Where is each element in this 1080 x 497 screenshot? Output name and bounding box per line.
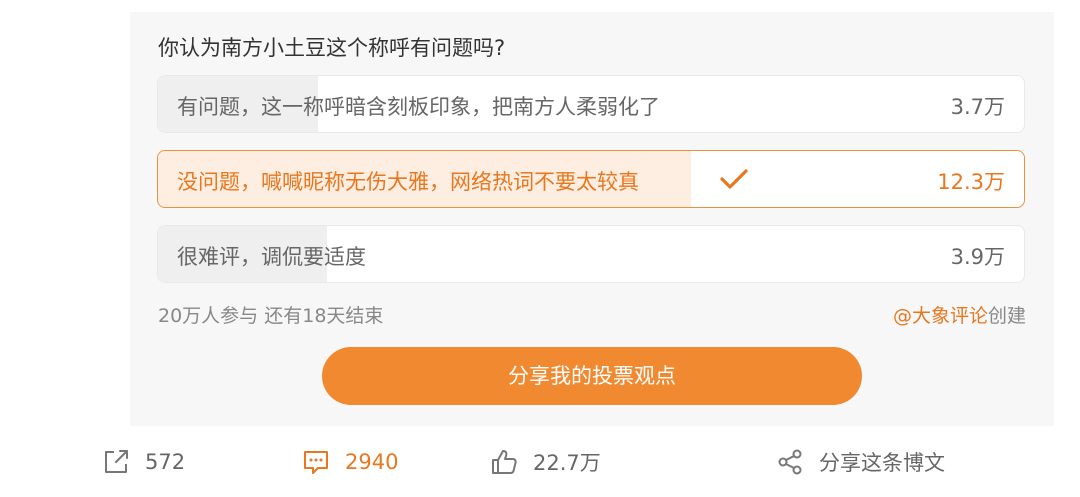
share-vote-button[interactable]: 分享我的投票观点: [322, 347, 862, 405]
poll-option-2[interactable]: 没问题，喊喊昵称无伤大雅，网络热词不要太较真 12.3万: [157, 150, 1025, 208]
poll-stats: 20万人参与 还有18天结束: [158, 301, 383, 328]
option-label: 有问题，这一称呼暗含刻板印象，把南方人柔弱化了: [177, 95, 660, 119]
share-nodes-icon: [778, 449, 802, 475]
thumbs-up-icon: [492, 450, 517, 474]
poll-question: 你认为南方小土豆这个称呼有问题吗?: [158, 36, 506, 60]
poll-option-1[interactable]: 有问题，这一称呼暗含刻板印象，把南方人柔弱化了 3.7万: [157, 75, 1025, 133]
option-vote-count: 3.7万: [950, 95, 1005, 119]
repost-icon: [105, 450, 128, 473]
option-vote-count: 12.3万: [937, 170, 1005, 194]
created-label: 创建: [987, 305, 1026, 327]
comment-icon: [304, 451, 328, 474]
like-button[interactable]: 22.7万: [489, 440, 601, 484]
share-post-label: 分享这条博文: [819, 451, 945, 475]
action-bar: 572 2940 22.7万 分享这条博文: [0, 440, 1080, 484]
repost-count: 572: [145, 450, 186, 474]
option-label: 很难评，调侃要适度: [177, 245, 366, 269]
check-icon: [720, 169, 748, 189]
option-label: 没问题，喊喊昵称无伤大雅，网络热词不要太较真: [177, 170, 639, 194]
comment-count: 2940: [345, 450, 399, 474]
repost-button[interactable]: 572: [101, 440, 185, 484]
like-count: 22.7万: [533, 451, 601, 475]
time-remaining: 还有18天结束: [264, 305, 384, 327]
option-vote-count: 3.9万: [950, 245, 1005, 269]
participant-count: 20万人参与: [158, 305, 259, 327]
creator-link[interactable]: @大象评论: [893, 305, 988, 327]
share-post-button[interactable]: 分享这条博文: [775, 440, 945, 484]
comment-button[interactable]: 2940: [301, 440, 398, 484]
poll-card: 你认为南方小土豆这个称呼有问题吗? 有问题，这一称呼暗含刻板印象，把南方人柔弱化…: [130, 12, 1054, 426]
poll-creator: @大象评论创建: [893, 301, 1026, 328]
poll-option-3[interactable]: 很难评，调侃要适度 3.9万: [157, 225, 1025, 283]
